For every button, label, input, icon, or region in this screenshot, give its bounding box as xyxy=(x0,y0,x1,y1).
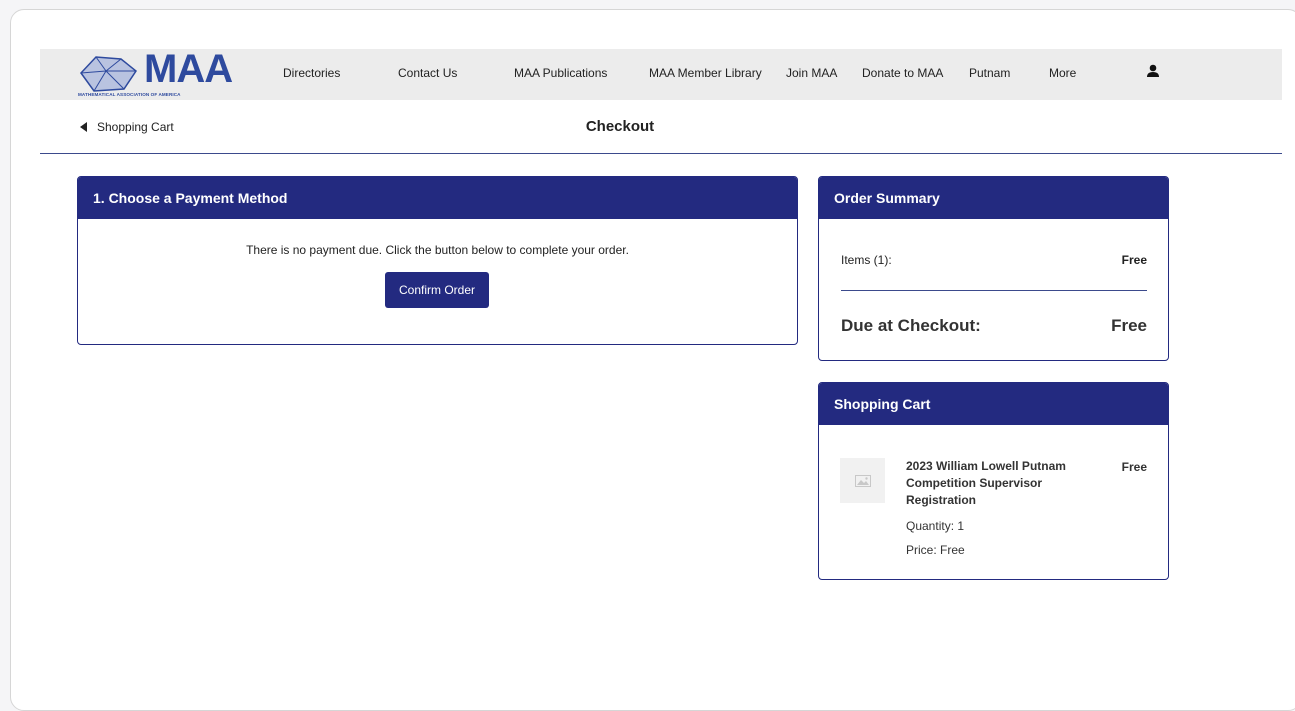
confirm-order-button[interactable]: Confirm Order xyxy=(385,272,489,308)
order-summary-card: Order Summary Items (1): Free Due at Che… xyxy=(818,176,1169,361)
page-title: Checkout xyxy=(585,118,655,135)
maa-logo[interactable]: MAA MATHEMATICAL ASSOCIATION OF AMERICA xyxy=(76,47,236,97)
back-arrow-icon xyxy=(80,122,87,132)
cart-item-price-line: Price: Free xyxy=(906,543,965,557)
cart-item-price: Free xyxy=(1121,460,1147,474)
nav-join-maa[interactable]: Join MAA xyxy=(786,66,837,80)
back-to-shopping-cart-link[interactable]: Shopping Cart xyxy=(80,120,174,134)
due-at-checkout-row: Due at Checkout: Free xyxy=(841,316,1147,336)
shopping-cart-header: Shopping Cart xyxy=(819,383,1168,425)
logo-subtitle: MATHEMATICAL ASSOCIATION OF AMERICA xyxy=(78,92,181,97)
logo-text: MAA xyxy=(144,47,233,91)
summary-divider xyxy=(841,290,1147,291)
due-label: Due at Checkout: xyxy=(841,316,981,335)
items-row: Items (1): Free xyxy=(841,253,1147,267)
nav-donate-to-maa[interactable]: Donate to MAA xyxy=(862,66,943,80)
nav-contact-us[interactable]: Contact Us xyxy=(398,66,457,80)
nav-maa-publications[interactable]: MAA Publications xyxy=(514,66,607,80)
back-link-label: Shopping Cart xyxy=(97,120,174,134)
nav-maa-member-library[interactable]: MAA Member Library xyxy=(649,66,762,80)
items-label: Items (1): xyxy=(841,253,892,267)
order-summary-header: Order Summary xyxy=(819,177,1168,219)
user-icon[interactable] xyxy=(1146,64,1160,83)
nav-directories[interactable]: Directories xyxy=(283,66,340,80)
shopping-cart-card: Shopping Cart 2023 William Lowell Putnam… xyxy=(818,382,1169,580)
cart-item-name[interactable]: 2023 William Lowell Putnam Competition S… xyxy=(906,458,1076,509)
payment-method-card: 1. Choose a Payment Method There is no p… xyxy=(77,176,798,345)
top-navigation: MAA MATHEMATICAL ASSOCIATION OF AMERICA … xyxy=(40,47,1282,100)
items-value: Free xyxy=(1121,253,1147,267)
header-divider xyxy=(40,153,1282,154)
nav-more[interactable]: More xyxy=(1049,66,1076,80)
cart-item-quantity: Quantity: 1 xyxy=(906,519,965,533)
payment-method-header: 1. Choose a Payment Method xyxy=(78,177,797,219)
no-payment-message: There is no payment due. Click the butto… xyxy=(246,243,629,257)
image-placeholder-icon xyxy=(840,458,885,503)
due-value: Free xyxy=(1111,316,1147,335)
polyhedron-icon xyxy=(80,56,138,92)
nav-putnam[interactable]: Putnam xyxy=(969,66,1010,80)
